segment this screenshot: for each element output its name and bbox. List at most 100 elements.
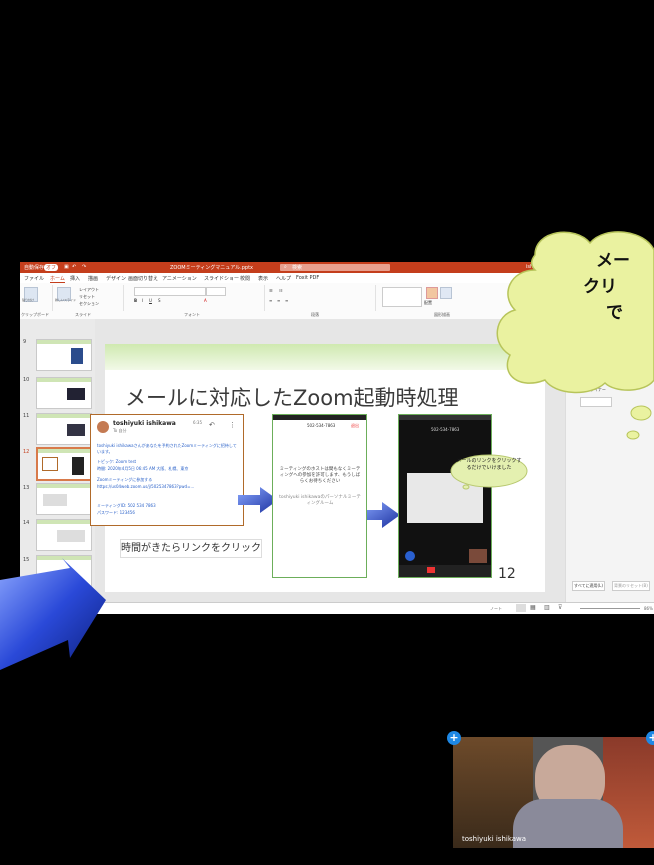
tab-draw[interactable]: 描画 (88, 275, 98, 282)
slides-group-label: スライド (75, 312, 91, 317)
layout-button[interactable]: レイアウト (79, 287, 99, 293)
tab-transitions[interactable]: 画面切り替え (128, 275, 158, 282)
strike-icon[interactable]: S (158, 298, 161, 303)
italic-icon[interactable]: I (142, 298, 143, 303)
email-screenshot: toshiyuki ishikawa 6:35 To 自分 ↶ ⋮ toshiy… (90, 414, 244, 526)
new-slide-label: 新しいスライド (55, 298, 77, 302)
meeting-id-label-2: 502-534-7863 (431, 427, 460, 432)
font-size-select[interactable] (206, 287, 226, 296)
drawing-group: 配置 図形描画 (376, 285, 496, 317)
participant-body (513, 799, 623, 848)
save-icon[interactable]: ▣ (64, 264, 69, 270)
slideshow-view-icon[interactable]: ⊽ (558, 604, 562, 611)
thumb-num-11: 11 (23, 413, 30, 419)
drawing-group-label: 図形描画 (434, 312, 450, 317)
tab-animations[interactable]: アニメーション (162, 275, 197, 282)
thumb-num-14: 14 (23, 520, 30, 526)
email-sender: toshiyuki ishikawa (113, 420, 176, 427)
paste-label: 貼り付け (22, 298, 35, 302)
tab-insert[interactable]: 挿入 (70, 275, 80, 282)
thumb-num-10: 10 (23, 377, 30, 383)
reply-icon: ↶ (209, 421, 215, 429)
shapes-gallery[interactable] (382, 287, 422, 307)
numbering-icon[interactable]: ☷ (279, 288, 283, 293)
zoom-slider[interactable] (580, 608, 640, 609)
meeting-id-label: 502-534-7863 (307, 423, 336, 428)
tab-slideshow[interactable]: スライドショー (204, 275, 239, 282)
more-icon: ⋮ (229, 421, 236, 429)
arrange-label: 配置 (424, 300, 432, 305)
reset-background-button[interactable]: 背景のリセット(B) (612, 581, 650, 591)
underline-icon[interactable]: U (149, 298, 152, 303)
align-center-icon[interactable]: ≡ (277, 298, 280, 303)
autosave-label: 自動保存 (24, 265, 45, 271)
room-name: toshiyuki ishikawaのパーソナルミーティングルーム (279, 495, 361, 506)
undo-icon[interactable]: ↶ (72, 264, 76, 270)
slide-header-band (105, 344, 545, 370)
file-title: ZOOMミーティングマニュアル.pptx (170, 265, 254, 271)
redo-icon[interactable]: ↷ (82, 264, 86, 270)
phone-meeting-screenshot: 502-534-7863 (398, 414, 492, 578)
thumb-num-13: 13 (23, 485, 30, 491)
section-button[interactable]: セクション (79, 301, 99, 307)
tab-help[interactable]: ヘルプ (276, 275, 291, 282)
thumbnail-11[interactable] (36, 413, 92, 445)
zoom-level[interactable]: 86% (644, 606, 653, 611)
search-placeholder: 検索 (292, 265, 303, 271)
email-join: Zoomミーティングに参加する (97, 477, 153, 482)
font-group-label: フォント (184, 312, 200, 317)
tab-foxit[interactable]: Foxit PDF (296, 275, 319, 281)
thumb-num-12: 12 (23, 449, 30, 455)
search-box[interactable]: ⌕ 検索 (280, 264, 390, 271)
slides-group: 新しいスライド レイアウト リセット セクション スライド (53, 285, 124, 317)
normal-view-icon[interactable] (516, 604, 526, 612)
quick-styles-icon[interactable] (440, 287, 452, 299)
self-video (469, 549, 487, 563)
thumbnail-12[interactable] (36, 447, 94, 481)
tab-view[interactable]: 表示 (258, 275, 268, 282)
phone-status-bar-2 (399, 415, 491, 420)
notes-button[interactable]: ノート (490, 606, 502, 612)
autosave-toggle[interactable]: オフ (44, 264, 59, 271)
email-datetime: 時間: 2020年4月5日 06:45 AM 大阪、札幌、東京 (97, 466, 189, 471)
email-body-intro: toshiyuki ishikawaさんがあなたを予約されたZoomミーティング… (97, 443, 237, 454)
add-icon[interactable]: + (447, 731, 461, 745)
align-left-icon[interactable]: ≡ (269, 298, 272, 303)
sorter-view-icon[interactable]: ▦ (530, 604, 536, 611)
meeting-toolbar (399, 565, 491, 577)
callout-line-2: クリ (583, 277, 617, 297)
big-arrow-icon (0, 558, 106, 670)
pen-icon (405, 551, 415, 561)
screen: { "window": { "autosave": "自動保存", "autos… (0, 0, 654, 865)
thumbnail-10[interactable] (36, 377, 92, 409)
stop-icon (427, 567, 435, 573)
bullets-icon[interactable]: ☰ (269, 288, 273, 293)
arrange-icon[interactable] (426, 287, 438, 299)
tab-design[interactable]: デザイン (106, 275, 126, 282)
tab-file[interactable]: ファイル (24, 275, 44, 282)
apply-all-button[interactable]: すべてに適用(L) (572, 581, 605, 591)
email-time: 6:35 (193, 420, 202, 425)
font-group: B I U S A フォント (124, 285, 265, 317)
clipboard-group: 貼り付け クリップボード (20, 285, 53, 317)
thumbnail-13[interactable] (36, 483, 92, 515)
reading-view-icon[interactable]: ▥ (544, 604, 550, 611)
participant-name: toshiyuki ishikawa (462, 835, 527, 843)
font-color-icon[interactable]: A (204, 298, 207, 303)
font-name-select[interactable] (134, 287, 206, 296)
clipboard-group-label: クリップボード (21, 312, 49, 317)
thumbnail-9[interactable] (36, 339, 92, 371)
search-icon: ⌕ (284, 264, 287, 270)
callout-line-1: メー (596, 251, 630, 271)
callout-line-3: で (606, 303, 623, 323)
email-topic: トピック: Zoom test (97, 459, 137, 464)
tab-home[interactable]: ホーム (50, 275, 65, 283)
tab-review[interactable]: 校閲 (240, 275, 250, 282)
avatar (97, 421, 109, 433)
bold-icon[interactable]: B (134, 298, 137, 303)
reset-button[interactable]: リセット (79, 294, 95, 300)
align-right-icon[interactable]: ≡ (285, 298, 288, 303)
add-icon-2[interactable]: + (646, 731, 654, 745)
email-to: To 自分 (113, 428, 127, 433)
thumb-num-9: 9 (23, 339, 27, 345)
